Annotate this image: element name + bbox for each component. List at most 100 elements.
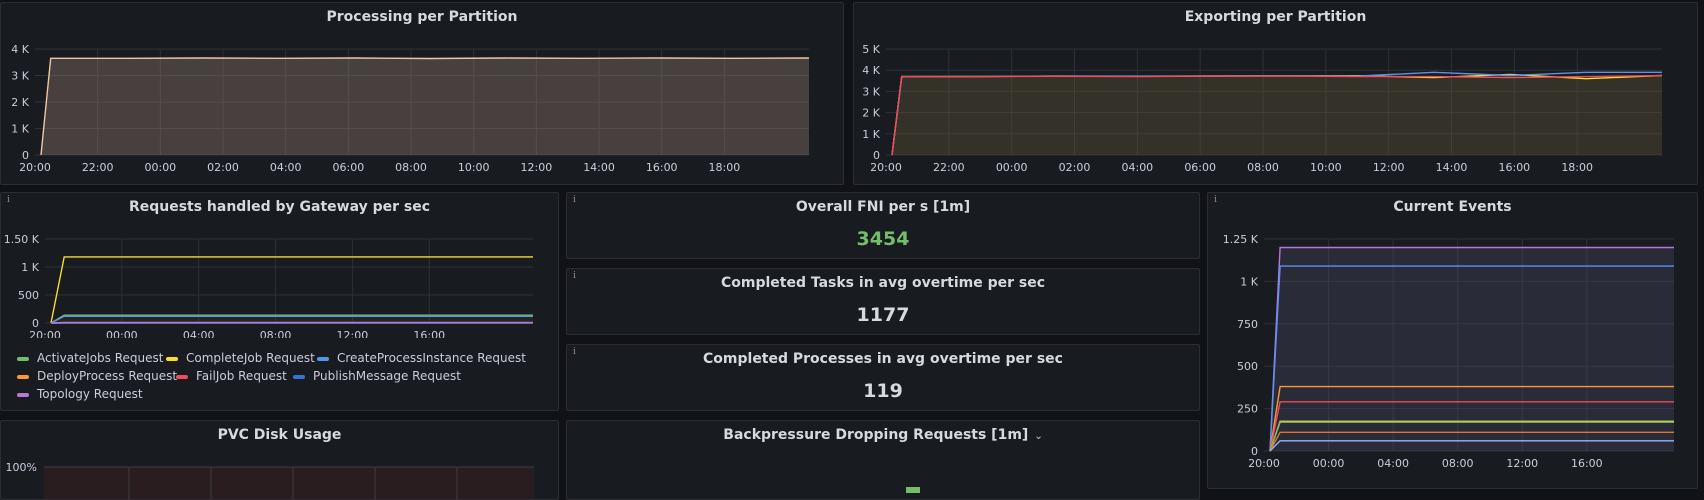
stat-value: 3454 — [856, 228, 910, 250]
legend-swatch — [293, 374, 305, 379]
panel-processing-per-partition[interactable]: Processing per Partition 01 K2 K3 K4 K 20… — [0, 2, 844, 185]
series-line — [50, 321, 533, 324]
panel-title-text: Backpressure Dropping Requests [1m] — [723, 427, 1029, 443]
legend-label: DeployProcess Request — [37, 369, 178, 383]
legend-item-deployprocess[interactable]: DeployProcess Request — [17, 369, 177, 383]
x-tick-label: 20:00 — [870, 161, 902, 174]
x-tick-label: 22:00 — [933, 161, 965, 174]
x-tick-label: 04:00 — [183, 329, 215, 338]
x-tick-label: 06:00 — [1184, 161, 1216, 174]
legend-label: FailJob Request — [196, 369, 287, 383]
x-tick-label: 16:00 — [1571, 457, 1603, 470]
x-tick-label: 06:00 — [333, 161, 365, 174]
x-tick-label: 10:00 — [458, 161, 490, 174]
y-tick-label: 1 K — [1240, 275, 1258, 288]
y-tick-label: 2 K — [862, 107, 880, 120]
current-events-chart[interactable]: 02505007501 K1.25 K20:00 00:00 04:00 08:00 1… — [1208, 193, 1698, 489]
panel-completed-processes[interactable]: i Completed Processes in avg overtime pe… — [566, 344, 1200, 411]
legend-swatch — [317, 356, 329, 361]
panel-backpressure[interactable]: Backpressure Dropping Requests [1m] ⌄ — [566, 420, 1200, 500]
x-tick-label: 10:00 — [1310, 161, 1342, 174]
x-tick-label: 02:00 — [1059, 161, 1091, 174]
x-tick-label: 08:00 — [1247, 161, 1279, 174]
panel-current-events[interactable]: i Current Events 0 250 500 750 1 K 1.25 K 20:0… — [1207, 192, 1698, 489]
legend-swatch — [17, 392, 29, 397]
y-tick-label: 2 K — [11, 96, 29, 109]
legend-swatch — [17, 356, 29, 361]
chart-legend: ActivateJobs Request CompleteJob Request… — [17, 351, 557, 407]
x-tick-label: 20:00 — [1248, 457, 1280, 470]
processing-chart[interactable]: 01 K2 K3 K4 K20:00 22:00 00:00 02:00 04:00 06… — [1, 3, 844, 185]
x-tick-label: 18:00 — [709, 161, 741, 174]
legend-label: CompleteJob Request — [186, 351, 315, 365]
y-tick-label: 250 — [1237, 403, 1258, 416]
legend-label: CreateProcessInstance Request — [337, 351, 526, 365]
legend-swatch — [176, 374, 188, 379]
x-tick-label: 20:00 — [29, 329, 61, 338]
x-tick-label: 22:00 — [82, 161, 114, 174]
x-tick-label: 16:00 — [646, 161, 678, 174]
panel-title[interactable]: Backpressure Dropping Requests [1m] ⌄ — [567, 427, 1199, 443]
legend-item-completejob[interactable]: CompleteJob Request — [166, 351, 315, 365]
y-tick-label: 5 K — [862, 43, 880, 56]
legend-label: PublishMessage Request — [313, 369, 461, 383]
panel-gateway-requests[interactable]: i Requests handled by Gateway per sec 05… — [0, 192, 559, 411]
x-tick-label: 12:00 — [521, 161, 553, 174]
x-tick-label: 04:00 — [1377, 457, 1409, 470]
chevron-down-icon[interactable]: ⌄ — [1034, 431, 1042, 442]
legend-item-publishmessage[interactable]: PublishMessage Request — [293, 369, 461, 383]
y-tick-label: 1.50 K — [4, 233, 40, 246]
y-tick-label: 1 K — [862, 128, 880, 141]
y-tick-label: 500 — [18, 289, 39, 302]
y-tick-label: 750 — [1237, 318, 1258, 331]
legend-item-createprocessinstance[interactable]: CreateProcessInstance Request — [317, 351, 526, 365]
bar-stub — [906, 487, 920, 493]
panel-exporting-per-partition[interactable]: Exporting per Partition 01 K2 K3 K4 K5 K… — [853, 2, 1698, 185]
x-tick-label: 04:00 — [270, 161, 302, 174]
x-tick-label: 16:00 — [1498, 161, 1530, 174]
x-tick-label: 20:00 — [19, 161, 51, 174]
y-tick-label: 4 K — [862, 64, 880, 77]
gateway-chart[interactable]: 05001 K1.50 K20:00 00:00 04:00 08:00 12:00 16… — [1, 193, 559, 338]
x-tick-label: 14:00 — [583, 161, 615, 174]
legend-item-topology[interactable]: Topology Request — [17, 387, 143, 401]
x-tick-label: 16:00 — [413, 329, 445, 338]
stat-value: 1177 — [856, 304, 910, 326]
legend-label: Topology Request — [37, 387, 143, 401]
x-tick-label: 12:00 — [1506, 457, 1538, 470]
panel-title[interactable]: Completed Processes in avg overtime per … — [567, 351, 1199, 367]
series-area — [41, 58, 809, 155]
x-tick-label: 04:00 — [1121, 161, 1153, 174]
panel-title[interactable]: Overall FNI per s [1m] — [567, 199, 1199, 215]
series-area — [892, 74, 1662, 155]
legend-swatch — [166, 356, 178, 361]
x-tick-label: 00:00 — [1313, 457, 1345, 470]
legend-item-failjob[interactable]: FailJob Request — [176, 369, 287, 383]
exporting-chart[interactable]: 01 K2 K3 K4 K5 K20:00 22:00 00:00 02:00 04:0… — [854, 3, 1698, 185]
x-tick-label: 08:00 — [1442, 457, 1474, 470]
stat-value: 119 — [863, 380, 903, 402]
y-tick-label: 1 K — [21, 261, 39, 274]
panel-pvc-disk-usage[interactable]: PVC Disk Usage 100% — [0, 420, 559, 500]
y-tick-label: 3 K — [11, 70, 29, 83]
panel-overall-fni[interactable]: i Overall FNI per s [1m] 3454 — [566, 192, 1200, 259]
x-tick-label: 02:00 — [207, 161, 239, 174]
legend-swatch — [17, 374, 29, 379]
x-tick-label: 00:00 — [996, 161, 1028, 174]
x-tick-label: 00:00 — [144, 161, 176, 174]
panel-completed-tasks[interactable]: i Completed Tasks in avg overtime per se… — [566, 268, 1200, 335]
x-tick-label: 00:00 — [106, 329, 138, 338]
legend-item-activatejobs[interactable]: ActivateJobs Request — [17, 351, 164, 365]
panel-title[interactable]: Completed Tasks in avg overtime per sec — [567, 275, 1199, 291]
y-tick-label: 500 — [1237, 360, 1258, 373]
legend-label: ActivateJobs Request — [37, 351, 164, 365]
x-tick-label: 18:00 — [1561, 161, 1593, 174]
x-tick-label: 14:00 — [1436, 161, 1468, 174]
pvc-fill — [44, 467, 534, 499]
y-tick-label: 1 K — [11, 123, 29, 136]
pvc-chart[interactable]: 100% — [1, 421, 559, 500]
x-tick-label: 08:00 — [395, 161, 427, 174]
y-tick-label: 3 K — [862, 85, 880, 98]
x-tick-label: 12:00 — [337, 329, 369, 338]
x-tick-label: 08:00 — [260, 329, 292, 338]
